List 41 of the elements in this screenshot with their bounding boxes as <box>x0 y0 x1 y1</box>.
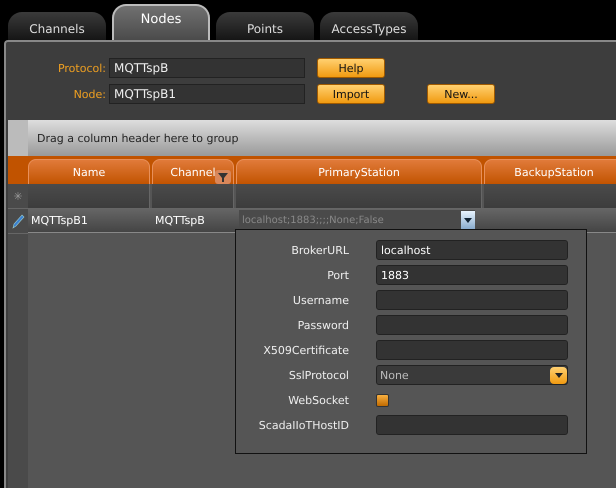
field-label: Password <box>296 318 349 332</box>
node-field[interactable]: MQTTspB1 <box>109 84 305 104</box>
protocol-label: Protocol: <box>56 62 107 74</box>
field-label: BrokerURL <box>290 244 349 256</box>
pencil-icon <box>12 214 24 228</box>
column-header[interactable]: BackupStation <box>484 159 616 184</box>
input-field[interactable]: 1883 <box>376 265 568 285</box>
input-field[interactable] <box>376 340 568 360</box>
new-button[interactable]: New... <box>427 84 495 104</box>
filter-icon[interactable] <box>215 170 231 184</box>
field-label: WebSocket <box>287 394 349 406</box>
tab[interactable]: Points <box>216 12 314 40</box>
node-label: Node: <box>72 88 107 100</box>
input-field[interactable] <box>376 415 568 435</box>
protocol-field[interactable]: MQTTspB <box>109 58 305 78</box>
input-field[interactable]: localhost <box>376 240 568 260</box>
dropdown-icon[interactable] <box>550 366 567 384</box>
table-cell-text: MQTTspB1 <box>30 212 89 228</box>
field-label: ScadaIIoTHostID <box>258 418 349 432</box>
ssl-dropdown[interactable]: None <box>376 365 568 385</box>
tab[interactable]: AccessTypes <box>320 12 418 40</box>
field-label: X509Certificate <box>262 344 349 356</box>
checkbox[interactable] <box>376 394 389 406</box>
field-label: SslProtocol <box>288 368 349 382</box>
dropdown-icon[interactable] <box>461 211 475 229</box>
column-header[interactable]: PrimaryStation <box>236 159 482 184</box>
input-field[interactable] <box>376 315 568 335</box>
tab[interactable]: Channels <box>8 12 106 40</box>
input-field[interactable] <box>376 290 568 310</box>
column-header[interactable]: Channel <box>152 159 234 184</box>
corner-cell <box>8 120 28 156</box>
group-hint: Drag a column header here to group <box>37 132 238 144</box>
table-cell-text: MQTTspB <box>154 212 206 228</box>
field-label: Port <box>326 268 349 282</box>
new-row-icon: ✳ <box>13 190 23 202</box>
help-button[interactable]: Help <box>317 58 385 78</box>
column-header[interactable]: Name <box>28 159 150 184</box>
import-button[interactable]: Import <box>317 84 385 104</box>
table-row[interactable]: MQTTspB1 MQTTspB localhost;1883;;;;None;False <box>28 208 616 233</box>
field-label: Username <box>292 294 349 306</box>
tab[interactable]: Nodes <box>112 4 210 40</box>
